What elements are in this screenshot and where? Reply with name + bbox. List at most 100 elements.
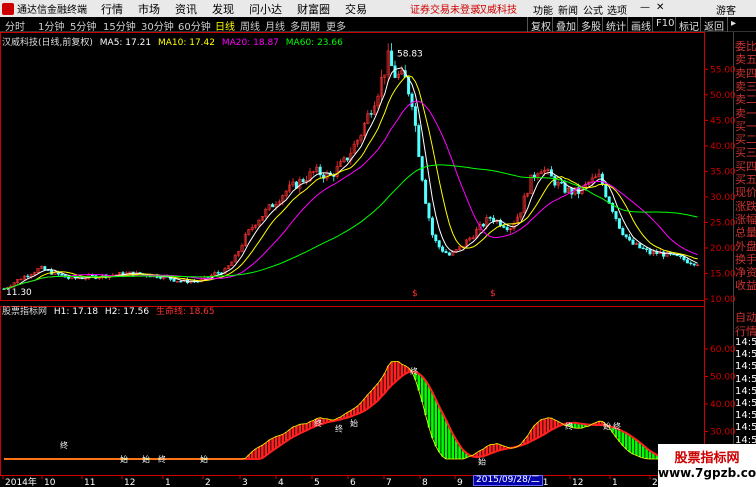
period-more[interactable]: 更多	[326, 18, 346, 33]
btn-biaoji[interactable]: 标记	[675, 17, 702, 33]
btn-fanhui[interactable]: 返回	[700, 17, 727, 33]
h2-label: H2: 17.56	[104, 307, 150, 317]
btn-fuquan[interactable]: 复权	[527, 17, 554, 33]
period-30min[interactable]: 30分钟	[141, 18, 174, 33]
price-tick-label: 40.00	[710, 142, 736, 152]
btn-duogu[interactable]: 多股	[577, 17, 604, 33]
btn-diejia[interactable]: 叠加	[552, 17, 579, 33]
menu-faxian[interactable]: 发现	[212, 1, 234, 17]
date-tick-label: 11	[84, 478, 95, 487]
candle-body	[662, 251, 666, 257]
period-day[interactable]: 日线	[215, 18, 235, 33]
candle-body	[444, 251, 448, 254]
menu-caifuquan[interactable]: 财富圈	[297, 1, 330, 17]
ma20-line	[3, 100, 698, 290]
watermark-line2: www.7gpzb.com	[658, 466, 756, 480]
candle-body	[67, 276, 71, 279]
tick-time: 14:56	[735, 398, 756, 409]
lifeline-label: 生命线: 18.65	[155, 307, 215, 317]
candle-body	[624, 234, 628, 238]
candle-body	[158, 277, 162, 279]
candle-body	[679, 255, 683, 257]
candle-body	[50, 269, 54, 275]
price-tick-label: 45.00	[710, 116, 736, 126]
candle-body	[60, 273, 64, 276]
candle-body	[614, 211, 618, 219]
menu-jiaoyi[interactable]: 交易	[345, 1, 367, 17]
sub-legend: 股票指标网 H1: 17.18 H2: 17.56 生命线: 18.65	[2, 304, 215, 317]
candle-body	[631, 239, 635, 245]
date-tick-label: 2	[205, 478, 211, 487]
tick-time: 14:56	[735, 410, 756, 422]
price-tick-label: 10.00	[710, 295, 736, 305]
menu-hangqing[interactable]: 行情	[101, 1, 123, 17]
signal-end: 终	[565, 421, 573, 431]
candlestick-series	[2, 43, 700, 290]
period-15min[interactable]: 15分钟	[103, 18, 136, 33]
toolbar-scroll-icon[interactable]: ▸	[727, 17, 739, 32]
date-tick-label: 4	[278, 478, 284, 487]
menu-gongneng[interactable]: 功能	[533, 2, 553, 17]
sub-tick-label: 40.00	[710, 400, 736, 410]
candle-body	[216, 272, 220, 274]
candle-body	[413, 106, 417, 126]
user-label[interactable]: 游客	[716, 2, 736, 17]
price-tick-label: 25.00	[710, 218, 736, 228]
price-tick-label: 20.00	[710, 244, 736, 254]
sub-legend-title: 股票指标网	[2, 307, 48, 317]
candle-body	[553, 175, 557, 186]
period-60min[interactable]: 60分钟	[178, 18, 211, 33]
menu-gongshi[interactable]: 公式	[583, 2, 603, 17]
watermark: 股票指标网 www.7gpzb.com	[658, 444, 756, 487]
date-tick-label: 12	[572, 478, 583, 487]
signal-buy: 始	[350, 418, 358, 428]
period-week[interactable]: 周线	[240, 18, 260, 33]
btn-huaxian[interactable]: 画线	[627, 17, 654, 33]
candle-body	[645, 248, 649, 250]
menu-wenxiaoda[interactable]: 问小达	[249, 1, 282, 17]
quote-item: 收益	[735, 279, 756, 293]
menu-xinwen[interactable]: 新闻	[558, 2, 578, 17]
signal-end: 终	[410, 366, 418, 376]
candle-body	[90, 274, 94, 277]
kline-chart-area[interactable]: 55.00 50.00 45.00 40.00 35.00 30.00 25.00 20.00…	[0, 32, 756, 487]
sub-tick-label: 30.00	[710, 428, 736, 438]
close-icon[interactable]: ✕	[656, 2, 664, 13]
ma60-label: MA60: 23.66	[285, 38, 343, 48]
candle-body	[172, 279, 176, 282]
period-fenshi[interactable]: 分时	[5, 18, 25, 33]
period-1min[interactable]: 1分钟	[38, 18, 64, 33]
period-multi[interactable]: 多周期	[290, 18, 320, 33]
sub-frame	[0, 306, 705, 476]
candle-body	[179, 280, 183, 283]
login-alert[interactable]: 证券交易未登录	[410, 1, 480, 16]
btn-f10[interactable]: F10	[652, 17, 677, 32]
date-tick-label: 7	[386, 478, 392, 487]
date-tick-label: 1	[165, 478, 171, 487]
minimize-icon[interactable]: —	[640, 2, 650, 13]
candle-body	[424, 179, 428, 204]
date-tick-label: 1	[612, 478, 618, 487]
signal-end: 终	[613, 421, 621, 431]
signal-end: 终	[60, 440, 68, 450]
candle-body	[505, 227, 509, 231]
dollar-marker: $	[490, 289, 496, 299]
candle-body	[437, 240, 441, 248]
menu-xuanxiang[interactable]: 选项	[607, 2, 627, 17]
candle-body	[502, 225, 506, 228]
tick-time: 14:56	[735, 385, 756, 397]
candle-body	[488, 217, 492, 219]
chart-axes: 55.00 50.00 45.00 40.00 35.00 30.00 25.00 20.00…	[2, 50, 736, 487]
period-month[interactable]: 月线	[265, 18, 285, 33]
period-5min[interactable]: 5分钟	[70, 18, 96, 33]
price-tick-label: 15.00	[710, 269, 736, 279]
btn-tongji[interactable]: 统计	[602, 17, 629, 33]
tick-time: 14:56	[735, 422, 756, 434]
menu-shichang[interactable]: 市场	[138, 1, 160, 17]
menu-zixun[interactable]: 资讯	[175, 1, 197, 17]
tick-time: 14:56	[735, 361, 756, 373]
signal-end: 终	[314, 418, 322, 428]
signal-buy: 始	[200, 454, 208, 464]
high-price-label: 58.83	[397, 50, 423, 60]
candle-body	[301, 179, 305, 183]
